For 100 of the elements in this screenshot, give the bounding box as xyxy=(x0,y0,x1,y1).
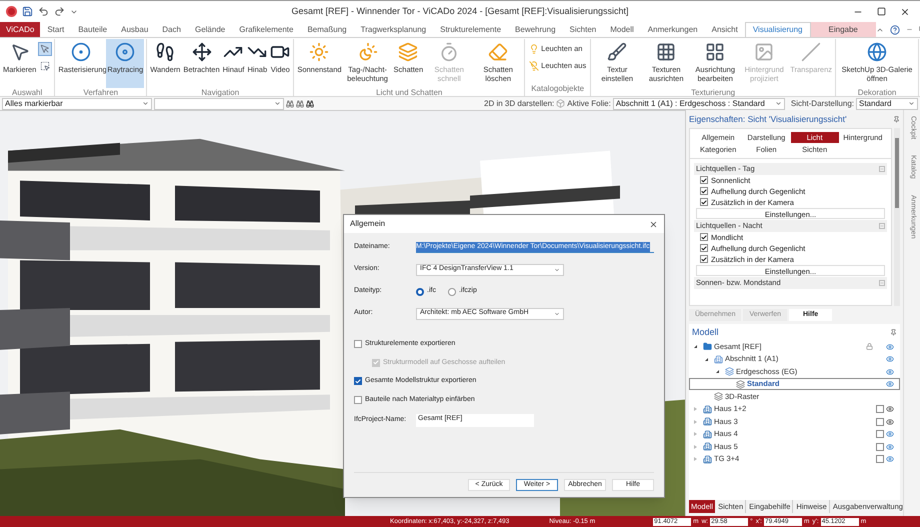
ribbon-group-label: Texturierung xyxy=(691,88,736,99)
building-icon xyxy=(714,354,723,364)
view-display-dropdown[interactable]: Standard xyxy=(856,98,918,110)
brush-icon xyxy=(607,42,628,62)
eye-icon[interactable] xyxy=(886,442,894,450)
layers-icon xyxy=(725,367,734,376)
checkbox[interactable] xyxy=(700,176,708,184)
eye-icon[interactable] xyxy=(886,368,894,376)
ribbon-icon-button[interactable] xyxy=(38,42,52,56)
menu-tab[interactable]: Ansicht xyxy=(704,22,745,37)
check-icon xyxy=(373,359,379,366)
circle-dot-icon xyxy=(71,42,92,62)
panel-title: Modell xyxy=(692,326,719,339)
timer-icon xyxy=(439,42,460,62)
window-title: Gesamt [REF] - Winnender Tor - ViCADo 2024 - [Gesamt [REF]:Visualisierungssicht] xyxy=(290,4,630,18)
lock-icon[interactable] xyxy=(866,343,872,350)
menu-tab[interactable]: Sichten xyxy=(562,22,604,37)
eye-icon[interactable] xyxy=(886,342,894,350)
eye-icon[interactable] xyxy=(886,430,894,438)
checkbox[interactable] xyxy=(876,442,884,450)
menu-tab[interactable]: Ausbau xyxy=(114,22,156,37)
checkbox[interactable] xyxy=(700,187,708,196)
pointer-icon xyxy=(10,42,30,62)
menu-tab[interactable]: Visualisierung xyxy=(744,22,811,37)
panel-title: Eigenschaften: Sicht 'Visualisierungssicht' xyxy=(689,113,847,126)
eye-icon[interactable] xyxy=(886,355,894,363)
checkbox[interactable] xyxy=(876,455,884,463)
scrollbar[interactable] xyxy=(894,128,900,306)
menu-tab[interactable]: Strukturelemente xyxy=(433,22,508,37)
ribbon-group-label: Licht und Schatten xyxy=(376,88,442,99)
expanded-arrow-icon[interactable] xyxy=(705,358,708,360)
ribbon-icon-button[interactable] xyxy=(38,59,52,73)
layout-grid-icon xyxy=(705,42,726,62)
radio-button[interactable] xyxy=(448,288,456,296)
checkbox[interactable] xyxy=(354,340,362,348)
checkbox[interactable] xyxy=(700,233,708,242)
disc-icon xyxy=(115,42,136,62)
close-icon[interactable] xyxy=(900,6,910,16)
checkbox[interactable] xyxy=(700,244,708,252)
ribbon-group-label: Katalogobjekte xyxy=(531,84,584,95)
menu-tab[interactable]: Dach xyxy=(155,22,188,37)
checkbox[interactable] xyxy=(876,418,884,426)
eye-icon[interactable] xyxy=(886,380,894,388)
dialog-title: Allgemein xyxy=(350,218,386,230)
sun-moon-icon xyxy=(358,42,378,62)
app-menu-tab[interactable]: ViCADo xyxy=(0,22,40,37)
menu-tab[interactable]: Grafikelemente xyxy=(232,22,300,37)
lightbulb-icon xyxy=(529,44,540,54)
checkbox[interactable] xyxy=(700,255,708,264)
menu-tab[interactable]: Anmerkungen xyxy=(640,22,705,37)
move-arrows-icon xyxy=(192,42,212,62)
checkbox[interactable] xyxy=(700,198,708,206)
folder-icon xyxy=(703,342,712,351)
undo-icon[interactable] xyxy=(38,6,49,17)
expanded-arrow-icon[interactable] xyxy=(716,370,719,373)
menu-tab[interactable]: Bauteile xyxy=(71,22,114,37)
eraser-icon xyxy=(488,42,508,62)
check-icon xyxy=(355,378,361,385)
menu-tab[interactable]: Tragwerksplanung xyxy=(354,22,434,37)
footprints-icon xyxy=(155,42,176,62)
selection-filter-dropdown[interactable]: Alles markierbar xyxy=(2,98,152,110)
expanded-arrow-icon[interactable] xyxy=(694,345,697,348)
active-layer-dropdown[interactable]: Abschnitt 1 (A1) : Erdgeschoss : Standard xyxy=(612,98,785,110)
toolbar-label: Sicht-Darstellung: xyxy=(790,98,854,110)
pin-icon[interactable] xyxy=(890,329,897,336)
app-logo-icon xyxy=(6,6,17,17)
checkbox[interactable] xyxy=(876,405,884,413)
building-icon xyxy=(703,454,712,464)
redo-icon[interactable] xyxy=(54,6,65,17)
checkbox[interactable] xyxy=(354,396,362,404)
checkbox[interactable] xyxy=(354,377,362,386)
slash-icon xyxy=(801,42,822,62)
close-icon[interactable] xyxy=(649,220,658,228)
help-icon[interactable] xyxy=(890,24,900,34)
layers-icon xyxy=(736,380,745,388)
menu-tab[interactable]: Bewehrung xyxy=(508,22,563,37)
checkbox[interactable] xyxy=(876,430,884,438)
ribbon-group-label: Dekoration xyxy=(858,88,896,99)
menu-tab[interactable]: Modell xyxy=(603,22,641,37)
binoculars-icon[interactable] xyxy=(306,100,314,108)
pin-icon[interactable] xyxy=(893,116,900,123)
building-icon xyxy=(703,404,712,414)
eye-icon[interactable] xyxy=(886,418,894,426)
radio-button[interactable] xyxy=(416,288,424,296)
save-icon[interactable] xyxy=(22,6,33,17)
maximize-icon[interactable] xyxy=(877,7,886,16)
menu-tab[interactable]: Gelände xyxy=(188,22,232,37)
menu-tab[interactable]: Bemaßung xyxy=(300,22,354,37)
eye-icon[interactable] xyxy=(886,455,894,463)
menu-tab[interactable]: Start xyxy=(40,22,72,37)
selection-pointer-icon xyxy=(40,61,50,71)
pointer-icon xyxy=(40,44,50,54)
ribbon-group-label: Navigation xyxy=(201,88,240,99)
image-icon xyxy=(754,42,774,62)
eye-icon[interactable] xyxy=(886,405,894,413)
layers-icon xyxy=(398,42,418,62)
layers-icon xyxy=(714,392,723,401)
ribbon-group-label: Verfahren xyxy=(83,88,118,99)
building-icon xyxy=(703,430,712,438)
menu-tab[interactable]: Eingabe xyxy=(810,22,876,37)
